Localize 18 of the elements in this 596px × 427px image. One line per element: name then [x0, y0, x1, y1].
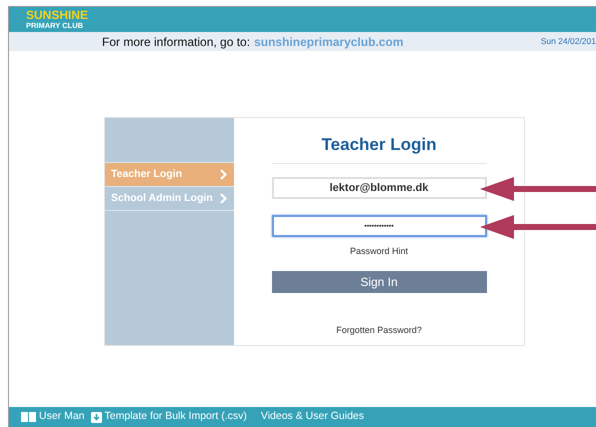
download-icon — [90, 412, 102, 422]
password-hint-link[interactable]: Password Hint — [350, 245, 408, 259]
chevron-icon — [220, 193, 227, 204]
login-title: Teacher Login — [322, 135, 436, 156]
forgotten-password-link[interactable]: Forgotten Password? — [336, 324, 422, 338]
logo-title: SUNSHINE — [26, 10, 88, 21]
website-link[interactable]: sunshineprimaryclub.com — [254, 32, 404, 50]
email-field[interactable]: lektor@blomme.dk — [272, 177, 486, 200]
sign-in-button[interactable]: Sign In — [272, 270, 486, 293]
footer-link[interactable]: User Man — [21, 409, 85, 425]
footer-link[interactable]: Template for Bulk Import (.csv) — [90, 409, 247, 425]
sidebar-item[interactable]: School Admin Login — [105, 186, 234, 211]
sidebar-item[interactable]: Teacher Login — [105, 162, 234, 187]
footer-link[interactable]: Videos & User Guides — [260, 409, 364, 425]
info-text: For more information, go to: — [102, 34, 250, 50]
book-icon — [21, 412, 36, 422]
chevron-icon — [220, 169, 227, 180]
date-text: Sun 24/02/201 — [540, 35, 596, 48]
